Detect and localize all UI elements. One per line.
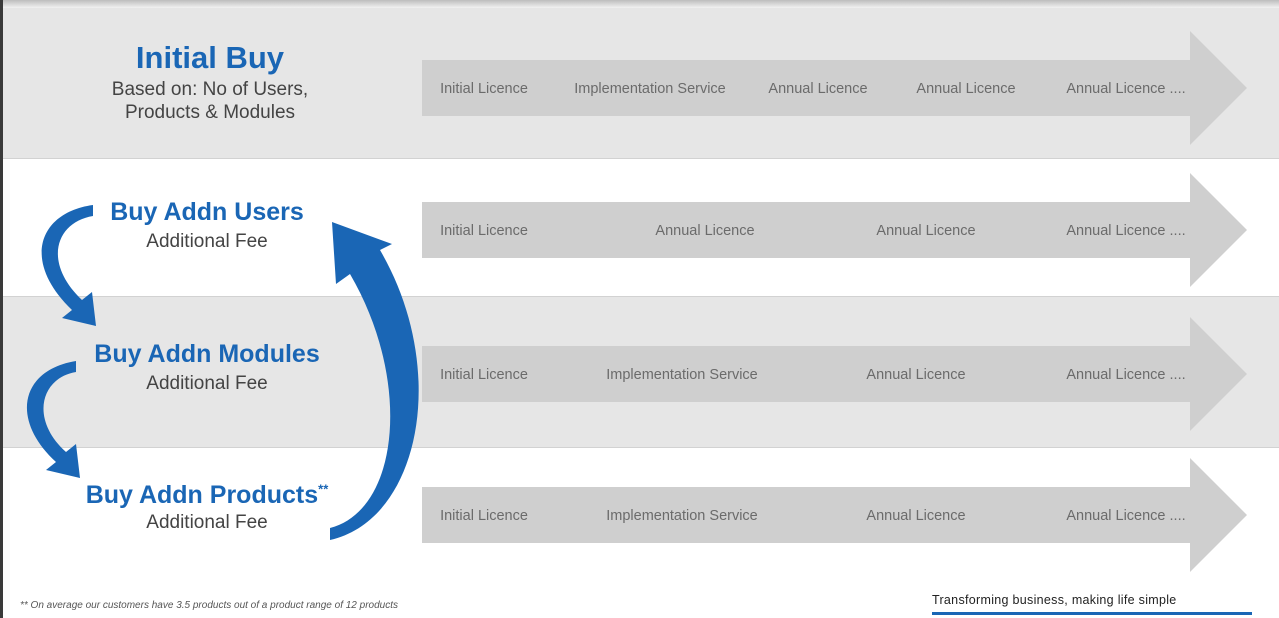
- row-label-buy-addn-products: Buy Addn Products** Additional Fee: [57, 481, 357, 534]
- stage-label: Implementation Service: [574, 81, 726, 97]
- stage-label: Initial Licence: [440, 367, 528, 383]
- stage-label: Annual Licence ....: [1066, 223, 1185, 239]
- row-subtitle-line: Products & Modules: [124, 102, 296, 123]
- row-label-buy-addn-users: Buy Addn Users Additional Fee: [57, 198, 357, 253]
- row-subtitle-line: Based on: No of Users,: [111, 79, 309, 100]
- stage-label: Annual Licence ....: [1066, 81, 1185, 97]
- row-title-text: Buy Addn Products: [85, 481, 319, 509]
- row-title: Buy Addn Products**: [57, 481, 357, 510]
- row-title: Buy Addn Modules: [94, 340, 320, 368]
- stage-label: Implementation Service: [606, 508, 758, 524]
- row-subtitle-line: Additional Fee: [146, 373, 268, 394]
- stage-label: Annual Licence: [768, 81, 867, 97]
- row-title: Buy Addn Users: [110, 198, 304, 226]
- stage-label: Initial Licence: [440, 81, 528, 97]
- row-title: Initial Buy: [135, 40, 285, 75]
- stage-label: Annual Licence: [876, 223, 975, 239]
- tagline: Transforming business, making life simpl…: [932, 593, 1177, 607]
- footnote: ** On average our customers have 3.5 pro…: [20, 600, 399, 611]
- footnote-mark: **: [318, 481, 329, 497]
- stage-label: Implementation Service: [606, 367, 758, 383]
- stage-label: Annual Licence ....: [1066, 367, 1185, 383]
- row-label-initial-buy: Initial Buy Based on: No of Users, Produ…: [60, 40, 360, 124]
- tagline-underline: [932, 612, 1252, 615]
- row-subtitle-line: Additional Fee: [146, 231, 268, 252]
- stage-label: Annual Licence: [866, 367, 965, 383]
- stage-label: Annual Licence: [655, 223, 754, 239]
- timeline-arrows: Initial Licence Implementation Service Ann…: [422, 31, 1247, 572]
- row-label-buy-addn-modules: Buy Addn Modules Additional Fee: [57, 340, 357, 395]
- row-subtitle-line: Additional Fee: [146, 512, 268, 533]
- stage-label: Annual Licence ....: [1066, 508, 1185, 524]
- stage-label: Initial Licence: [440, 508, 528, 524]
- stage-label: Annual Licence: [866, 508, 965, 524]
- stage-label: Initial Licence: [440, 223, 528, 239]
- stage-label: Annual Licence: [916, 81, 1015, 97]
